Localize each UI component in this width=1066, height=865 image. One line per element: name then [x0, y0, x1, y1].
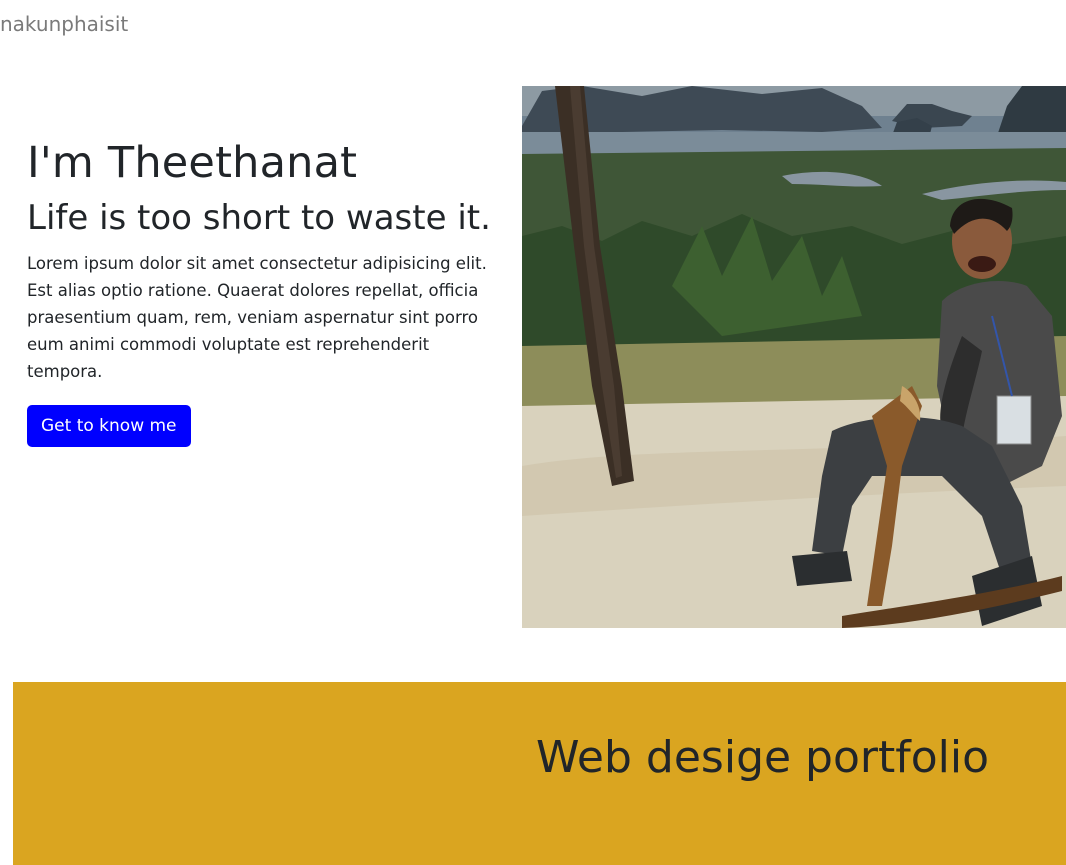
portfolio-title: Web desige portfolio: [536, 732, 990, 783]
hero-section: I'm Theethanat Life is too short to wast…: [27, 138, 499, 448]
portfolio-section: Web desige portfolio: [13, 682, 1066, 865]
profile-photo: [522, 86, 1066, 628]
hero-title: I'm Theethanat: [27, 138, 358, 188]
hero-subtitle: Life is too short to waste it.: [27, 197, 491, 238]
hero-description: Lorem ipsum dolor sit amet consectetur a…: [27, 254, 487, 382]
get-to-know-me-button[interactable]: Get to know me: [27, 405, 191, 448]
brand-logo-text[interactable]: nakunphaisit: [0, 12, 128, 36]
